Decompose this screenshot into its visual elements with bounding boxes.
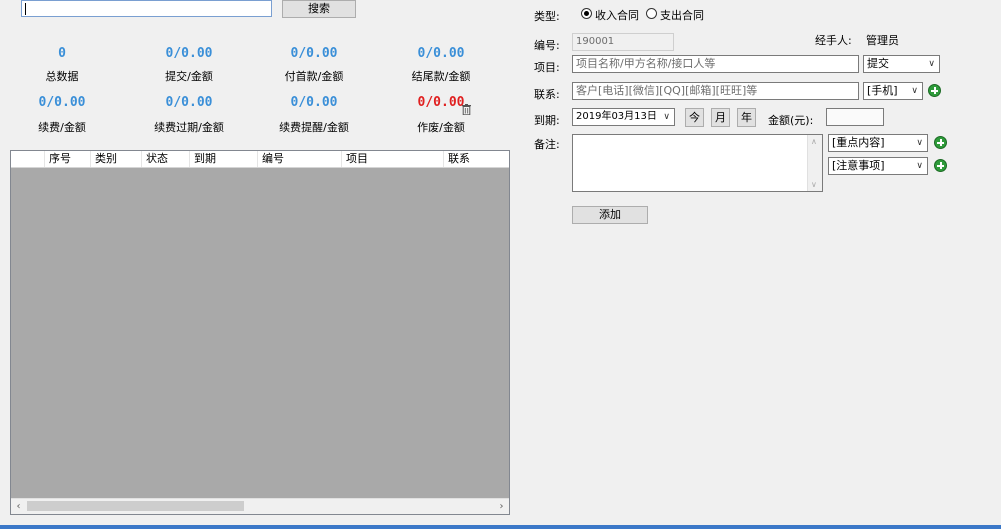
stat-renewal-expired-value: 0/0.00 [165, 95, 213, 110]
column-header[interactable]: 到期 [190, 151, 258, 167]
vertical-scrollbar[interactable]: ∧ ∨ [807, 135, 822, 191]
radio-expense-contract[interactable] [646, 8, 657, 19]
column-header[interactable]: 状态 [142, 151, 190, 167]
stat-void-value: 0/0.00 [417, 95, 465, 110]
stat-void-label: 作废/金额 [417, 121, 465, 134]
project-input[interactable]: 项目名称/甲方名称/接口人等 [572, 55, 859, 73]
column-header[interactable]: 编号 [258, 151, 342, 167]
stat-total-label: 总数据 [45, 70, 79, 83]
chevron-down-icon: ∨ [916, 161, 923, 171]
notes-value: [注意事项] [832, 159, 885, 172]
due-label: 到期: [534, 114, 560, 127]
amount-label: 金额(元): [768, 114, 814, 127]
expense-contract-label: 支出合同 [660, 9, 704, 22]
add-notes-icon[interactable] [934, 159, 947, 172]
due-date-picker[interactable]: 2019年03月13日 ∨ [572, 108, 675, 126]
contact-type-select[interactable]: [手机] ∨ [863, 82, 923, 100]
handler-label: 经手人: [815, 34, 852, 47]
notes-select[interactable]: [注意事项] ∨ [828, 157, 928, 175]
project-status-select[interactable]: 提交 ∨ [863, 55, 940, 73]
scroll-right-icon[interactable]: › [494, 499, 509, 514]
stat-final-payment-value: 0/0.00 [417, 46, 465, 61]
stat-renewal-label: 续费/金额 [38, 121, 86, 134]
chevron-down-icon: ∨ [928, 59, 935, 69]
due-date-value: 2019年03月13日 [576, 111, 657, 122]
horizontal-scrollbar[interactable]: ‹ › [11, 498, 509, 514]
stat-renewal-expired-label: 续费过期/金额 [154, 121, 224, 134]
search-button[interactable]: 搜索 [282, 0, 356, 18]
number-field: 190001 [572, 33, 674, 51]
search-input[interactable] [21, 0, 272, 17]
window-bottom-border [0, 525, 1001, 529]
scroll-up-icon[interactable]: ∧ [811, 137, 817, 146]
stat-renewal-reminder-label: 续费提醒/金额 [279, 121, 349, 134]
scroll-thumb[interactable] [27, 501, 244, 511]
contact-type-value: [手机] [867, 84, 898, 97]
stat-renewal-value: 0/0.00 [38, 95, 86, 110]
stat-renewal-reminder-value: 0/0.00 [290, 95, 338, 110]
scroll-down-icon[interactable]: ∨ [811, 180, 817, 189]
key-content-value: [重点内容] [832, 136, 885, 149]
data-grid[interactable]: 序号 类别 状态 到期 编号 项目 联系 ‹ › [10, 150, 510, 515]
remarks-label: 备注: [534, 138, 560, 151]
chevron-down-icon: ∨ [911, 86, 918, 96]
stat-down-payment-value: 0/0.00 [290, 46, 338, 61]
stat-total-value: 0 [58, 46, 66, 61]
column-header[interactable]: 序号 [45, 151, 91, 167]
text-caret [25, 3, 26, 15]
income-contract-label: 收入合同 [595, 9, 639, 22]
contact-input[interactable]: 客户[电话][微信][QQ][邮箱][旺旺]等 [572, 82, 859, 100]
month-button[interactable]: 月 [711, 108, 730, 127]
chevron-down-icon: ∨ [663, 112, 670, 122]
add-contact-icon[interactable] [928, 84, 941, 97]
radio-income-contract[interactable] [581, 8, 592, 19]
add-key-content-icon[interactable] [934, 136, 947, 149]
trash-icon[interactable] [462, 104, 471, 115]
key-content-select[interactable]: [重点内容] ∨ [828, 134, 928, 152]
amount-input[interactable] [826, 108, 884, 126]
scroll-left-icon[interactable]: ‹ [11, 499, 26, 514]
number-label: 编号: [534, 39, 560, 52]
project-status-value: 提交 [867, 57, 889, 70]
column-header[interactable]: 联系 [444, 151, 509, 167]
handler-value: 管理员 [866, 34, 899, 47]
stat-submitted-label: 提交/金额 [165, 70, 213, 83]
type-label: 类型: [534, 10, 560, 23]
grid-header: 序号 类别 状态 到期 编号 项目 联系 [11, 151, 509, 168]
remarks-textarea[interactable]: ∧ ∨ [572, 134, 823, 192]
contact-label: 联系: [534, 88, 560, 101]
stat-down-payment-label: 付首款/金额 [284, 70, 344, 83]
column-header[interactable]: 类别 [91, 151, 142, 167]
column-header[interactable]: 项目 [342, 151, 444, 167]
today-button[interactable]: 今 [685, 108, 704, 127]
row-header-column [11, 151, 45, 167]
year-button[interactable]: 年 [737, 108, 756, 127]
stat-final-payment-label: 结尾款/金额 [411, 70, 471, 83]
stat-submitted-value: 0/0.00 [165, 46, 213, 61]
chevron-down-icon: ∨ [916, 138, 923, 148]
add-button[interactable]: 添加 [572, 206, 648, 224]
project-label: 项目: [534, 61, 560, 74]
